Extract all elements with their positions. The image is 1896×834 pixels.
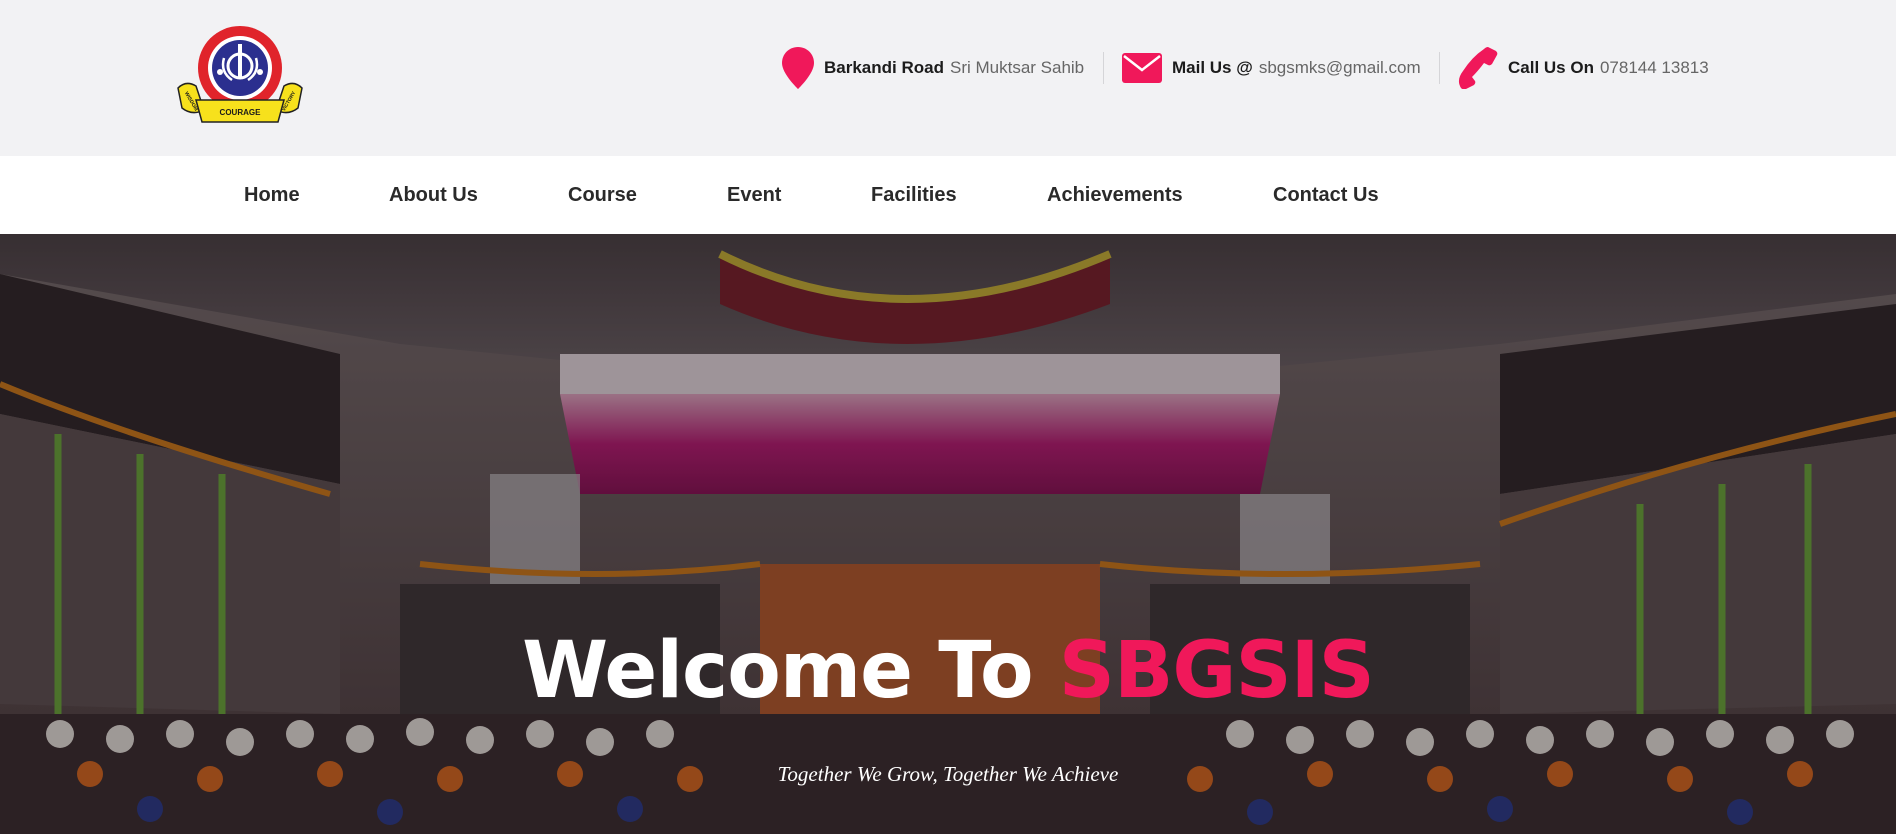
- logo-ribbon-text: COURAGE: [220, 108, 262, 117]
- hero-banner: Welcome To SBGSIS Together We Grow, Toge…: [0, 234, 1896, 834]
- nav-item-about-us[interactable]: About Us: [389, 156, 478, 234]
- address-label: Barkandi Road: [824, 58, 944, 77]
- map-pin-icon: [782, 47, 814, 89]
- hero-subtitle: Together We Grow, Together We Achieve: [777, 762, 1119, 786]
- nav-item-course[interactable]: Course: [568, 156, 637, 234]
- nav-item-home[interactable]: Home: [244, 156, 300, 234]
- main-nav: Home About Us Course Event Facilities Ac…: [0, 156, 1896, 234]
- nav-item-contact-us[interactable]: Contact Us: [1273, 156, 1379, 234]
- phone-icon: [1458, 47, 1498, 89]
- address-value: Sri Muktsar Sahib: [949, 58, 1085, 77]
- hero-title-prefix: Welcome To: [522, 626, 1059, 716]
- hero-title: Welcome To SBGSIS: [0, 626, 1896, 716]
- mail-value[interactable]: sbgsmks@gmail.com: [1259, 58, 1421, 78]
- school-logo-emblem: COURAGE WISDOM VICTORY: [177, 26, 303, 123]
- nav-item-event[interactable]: Event: [727, 156, 781, 234]
- contact-phone[interactable]: Call Us On 078144 13813: [1458, 44, 1709, 92]
- header-divider: [1439, 52, 1440, 84]
- envelope-icon: [1122, 53, 1162, 83]
- phone-label: Call Us On: [1508, 58, 1594, 77]
- top-header: COURAGE WISDOM VICTORY Barkandi Road Sri…: [0, 0, 1896, 156]
- hero-dark-overlay: [0, 234, 1896, 834]
- hero-title-accent: SBGSIS: [1058, 626, 1375, 716]
- nav-item-achievements[interactable]: Achievements: [1047, 156, 1183, 234]
- phone-value[interactable]: 078144 13813: [1600, 58, 1709, 78]
- contact-address: Barkandi Road Sri Muktsar Sahib: [782, 44, 1084, 92]
- contact-mail[interactable]: Mail Us @ sbgsmks@gmail.com: [1122, 44, 1421, 92]
- nav-item-facilities[interactable]: Facilities: [871, 156, 957, 234]
- school-logo[interactable]: COURAGE WISDOM VICTORY: [176, 24, 304, 130]
- mail-label: Mail Us @: [1172, 58, 1253, 77]
- header-divider: [1103, 52, 1104, 84]
